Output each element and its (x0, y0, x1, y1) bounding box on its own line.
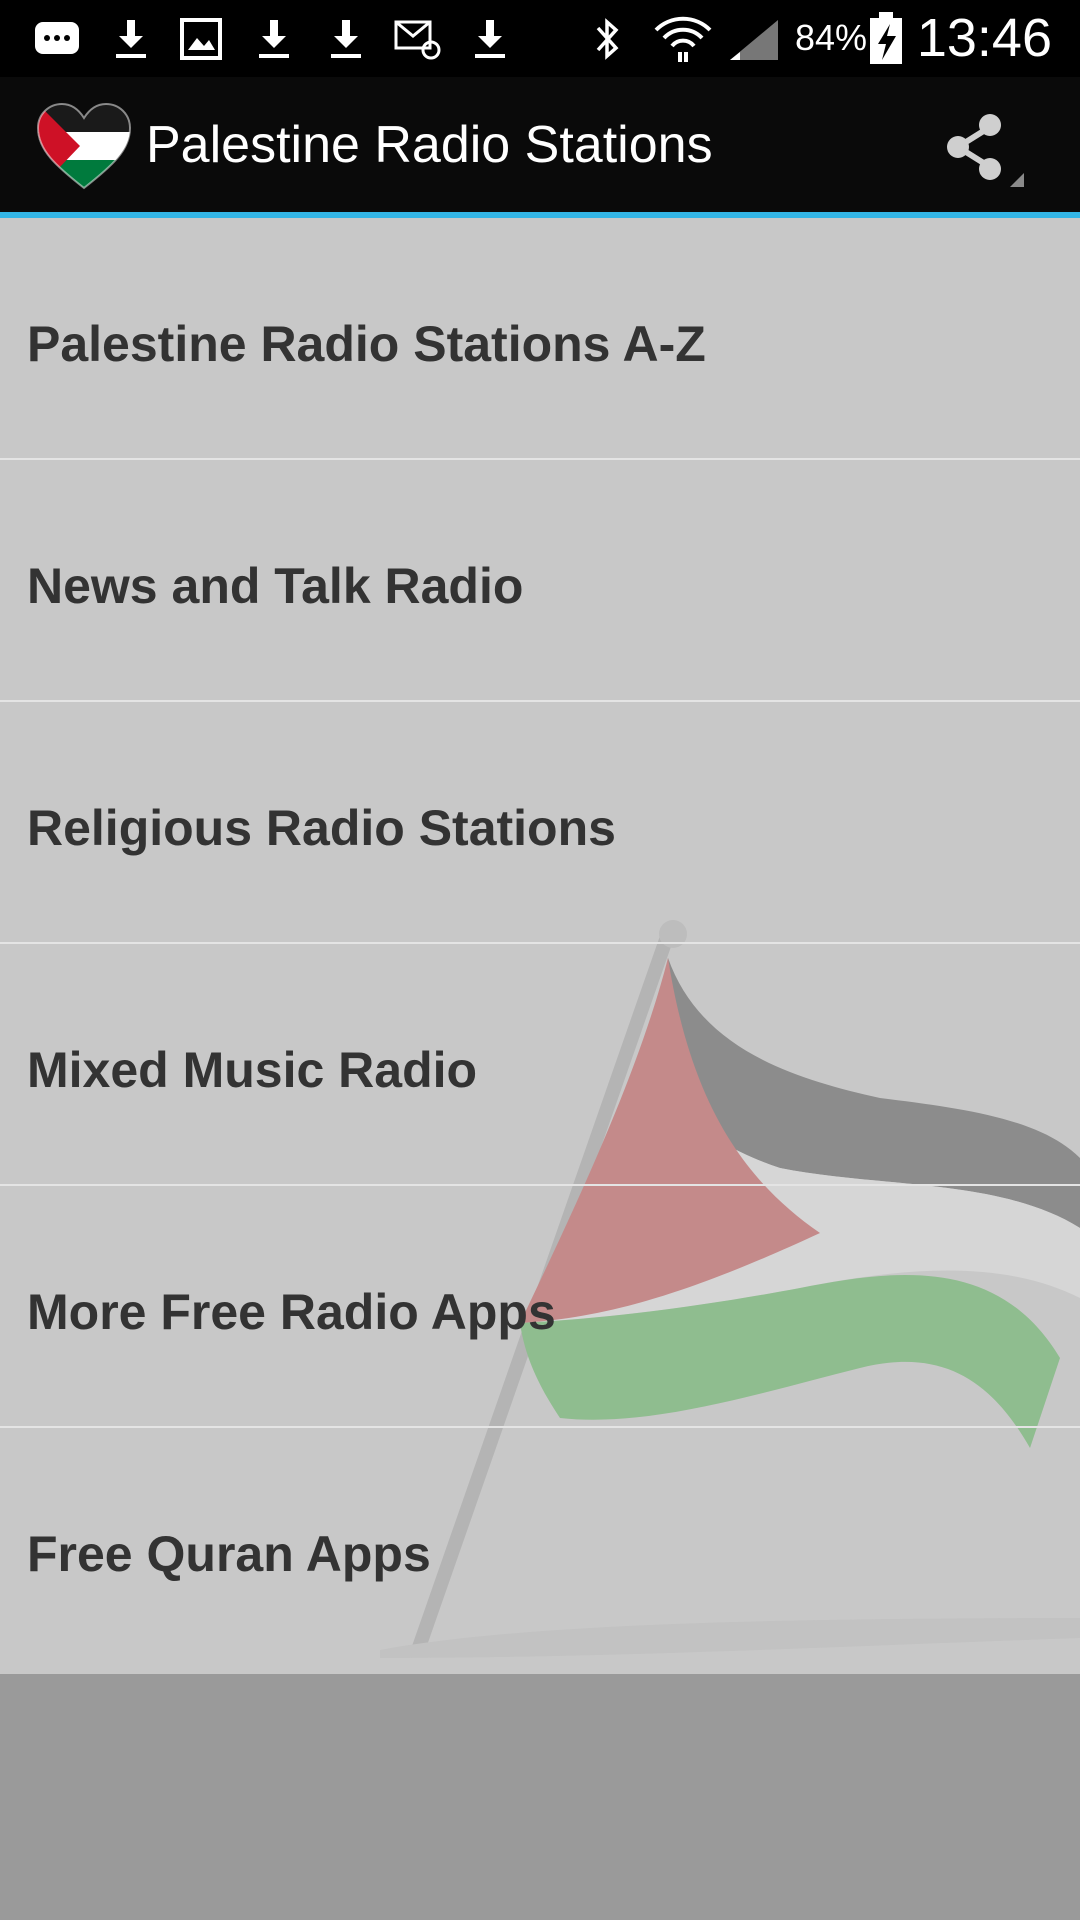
status-bar: 84% 13:46 (0, 0, 1080, 77)
menu-item-religious-radio-stations[interactable]: Religious Radio Stations (0, 702, 1080, 944)
empty-area (0, 1674, 1080, 1920)
menu-list: Palestine Radio Stations A-Z News and Ta… (0, 218, 1080, 1674)
download-icon (331, 20, 361, 58)
menu-item-label: Free Quran Apps (27, 1526, 431, 1582)
battery-percent: 84% (795, 17, 868, 58)
menu-item-mixed-music-radio[interactable]: Mixed Music Radio (0, 944, 1080, 1186)
signal-icon (730, 20, 778, 60)
email-icon (394, 20, 441, 60)
action-bar: Palestine Radio Stations (0, 77, 1080, 218)
menu-item-label: Palestine Radio Stations A-Z (27, 316, 706, 372)
palestine-heart-flag-icon[interactable] (36, 102, 132, 192)
menu-item-more-free-radio-apps[interactable]: More Free Radio Apps (0, 1186, 1080, 1428)
image-icon (180, 18, 222, 60)
sms-icon (35, 22, 79, 54)
app-title: Palestine Radio Stations (146, 116, 713, 174)
battery-charging-icon (870, 12, 902, 64)
menu-item-free-quran-apps[interactable]: Free Quran Apps (0, 1428, 1080, 1670)
bluetooth-icon (596, 18, 619, 60)
menu-item-label: News and Talk Radio (27, 558, 524, 614)
download-icon (475, 20, 505, 58)
menu-item-label: More Free Radio Apps (27, 1284, 556, 1340)
menu-item-label: Mixed Music Radio (27, 1042, 478, 1098)
menu-item-palestine-radio-stations-a-z[interactable]: Palestine Radio Stations A-Z (0, 218, 1080, 460)
wifi-icon (654, 16, 712, 62)
menu-item-label: Religious Radio Stations (27, 800, 616, 856)
download-icon (116, 20, 146, 58)
share-icon[interactable] (940, 107, 1040, 187)
download-icon (259, 20, 289, 58)
menu-item-news-and-talk-radio[interactable]: News and Talk Radio (0, 460, 1080, 702)
clock: 13:46 (916, 8, 1052, 68)
